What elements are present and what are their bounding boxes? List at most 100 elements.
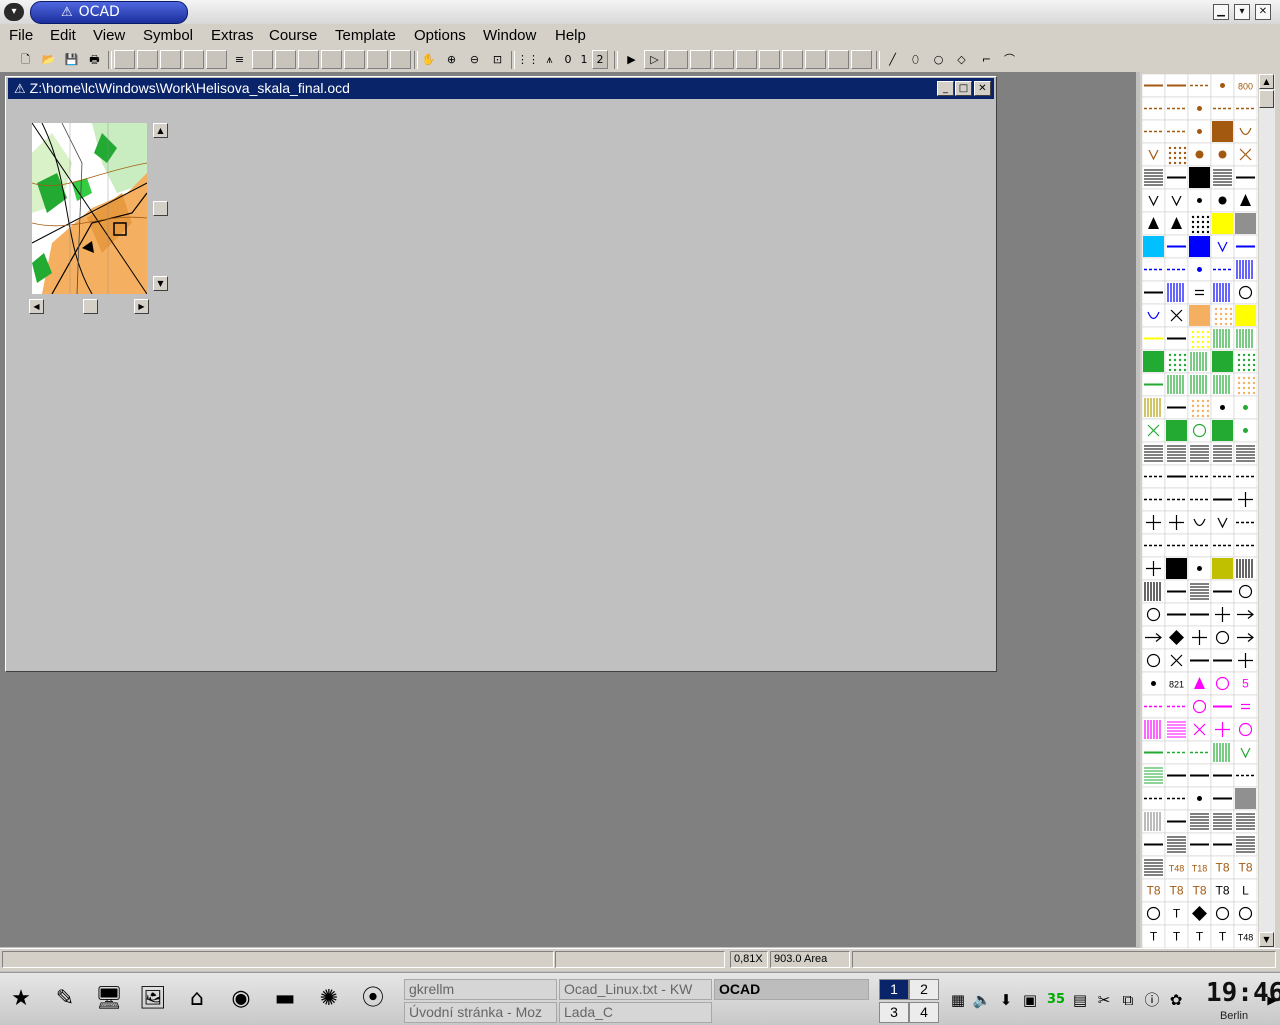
symbol-cell[interactable] xyxy=(1142,556,1166,581)
symbol-cell[interactable] xyxy=(1210,234,1235,259)
taskbar-task-gkrellm[interactable]: gkrellm xyxy=(404,979,557,1000)
symbol-cell[interactable] xyxy=(1187,188,1212,213)
symbol-cell[interactable] xyxy=(1164,487,1189,512)
symbol-cell[interactable] xyxy=(1210,510,1235,535)
symbol-cell[interactable] xyxy=(1164,556,1189,581)
toolbar-button-blank[interactable] xyxy=(206,50,227,69)
symbol-cell[interactable] xyxy=(1233,694,1258,719)
symbol-cell[interactable]: T8 xyxy=(1210,855,1235,880)
symbol-cell[interactable] xyxy=(1187,763,1212,788)
zoom-in-icon[interactable]: ⊕ xyxy=(441,50,462,69)
symbol-cell[interactable] xyxy=(1233,556,1258,581)
symbol-cell[interactable] xyxy=(1164,280,1189,305)
symbol-cell[interactable] xyxy=(1210,487,1235,512)
symbol-cell[interactable] xyxy=(1164,142,1189,167)
symbol-cell[interactable] xyxy=(1210,441,1235,466)
symbol-cell[interactable] xyxy=(1233,418,1258,443)
symbol-cell[interactable] xyxy=(1187,579,1212,604)
symbol-cell[interactable] xyxy=(1142,257,1166,282)
symbol-cell[interactable] xyxy=(1142,717,1166,742)
volume-icon[interactable]: 🔈 xyxy=(972,990,992,1010)
image-viewer-icon[interactable]: 🖼 xyxy=(136,982,170,1016)
toolbar-button-blank[interactable] xyxy=(298,50,319,69)
symbol-cell[interactable] xyxy=(1187,142,1212,167)
symbol-cell[interactable] xyxy=(1142,602,1166,627)
doc-minimize-button[interactable]: _ xyxy=(937,81,954,96)
network-status-icon[interactable]: ⧉ xyxy=(1118,990,1138,1010)
symbol-cell[interactable] xyxy=(1187,464,1212,489)
symbol-cell[interactable] xyxy=(1233,441,1258,466)
symbol-cell[interactable]: T xyxy=(1187,924,1212,948)
symbol-cell[interactable] xyxy=(1164,809,1189,834)
download-icon[interactable]: ⬇ xyxy=(996,990,1016,1010)
symbol-cell[interactable] xyxy=(1164,441,1189,466)
toolbar-button-blank[interactable] xyxy=(759,50,780,69)
close-button[interactable]: ✕ xyxy=(1255,4,1271,20)
symbol-cell[interactable] xyxy=(1233,119,1258,144)
zoom-level-2[interactable]: 2 xyxy=(592,50,608,69)
symbol-cell[interactable] xyxy=(1187,832,1212,857)
terminal-icon[interactable]: ▬ xyxy=(268,982,302,1016)
symbol-cell[interactable]: T8 xyxy=(1233,855,1258,880)
save-icon[interactable]: 💾 xyxy=(61,50,82,69)
open-folder-icon[interactable]: 📂 xyxy=(38,50,59,69)
symbol-cell[interactable]: T18 xyxy=(1187,855,1212,880)
symbol-cell[interactable] xyxy=(1210,602,1235,627)
symbol-cell[interactable] xyxy=(1142,809,1166,834)
symbol-cell[interactable] xyxy=(1210,763,1235,788)
symbol-cell[interactable]: T xyxy=(1210,924,1235,948)
symbol-cell[interactable] xyxy=(1210,579,1235,604)
gps-icon[interactable]: ⩚ xyxy=(539,50,560,69)
symbol-cell[interactable] xyxy=(1187,96,1212,121)
symbol-cell[interactable] xyxy=(1164,234,1189,259)
network-icon[interactable]: ◉ xyxy=(224,982,258,1016)
symbol-cell[interactable] xyxy=(1187,280,1212,305)
symbol-cell[interactable] xyxy=(1142,280,1166,305)
symbol-cell[interactable] xyxy=(1210,671,1235,696)
symbol-cell[interactable] xyxy=(1210,625,1235,650)
rectangle-icon[interactable]: ◇ xyxy=(951,50,972,69)
toolbar-button-blank[interactable] xyxy=(183,50,204,69)
scroll-up-arrow-icon[interactable]: ▲ xyxy=(1259,74,1274,89)
symbol-cell[interactable] xyxy=(1233,625,1258,650)
symbol-cell[interactable] xyxy=(1164,533,1189,558)
symbol-cell[interactable] xyxy=(1210,809,1235,834)
symbol-cell[interactable] xyxy=(1210,832,1235,857)
symbol-cell[interactable] xyxy=(1187,349,1212,374)
symbol-cell[interactable] xyxy=(1187,303,1212,328)
my-computer-icon[interactable]: 🖥 xyxy=(92,982,126,1016)
symbol-cell[interactable] xyxy=(1142,832,1166,857)
symbol-cell[interactable]: T48 xyxy=(1164,855,1189,880)
symbol-cell[interactable] xyxy=(1210,142,1235,167)
symbol-cell[interactable] xyxy=(1233,326,1258,351)
symbol-cell[interactable] xyxy=(1164,717,1189,742)
symbol-cell[interactable] xyxy=(1233,579,1258,604)
home-icon[interactable]: ⌂ xyxy=(180,982,214,1016)
menu-edit[interactable]: Edit xyxy=(50,27,76,44)
kwrite-icon[interactable]: ✎ xyxy=(48,982,82,1016)
menu-extras[interactable]: Extras xyxy=(211,27,254,44)
taskbar-task-kwrite[interactable]: Ocad_Linux.txt - KW xyxy=(559,979,712,1000)
symbol-cell[interactable] xyxy=(1233,142,1258,167)
toolbar-button-blank[interactable] xyxy=(690,50,711,69)
symbol-grid[interactable]: 800 821 5 T48 T18 T8 T8 T8 T8 T8 T8 L T T T T T T48 xyxy=(1142,74,1258,948)
symbol-cell[interactable] xyxy=(1164,211,1189,236)
symbol-cell[interactable] xyxy=(1233,832,1258,857)
symbol-cell[interactable] xyxy=(1210,648,1235,673)
symbol-cell[interactable] xyxy=(1233,648,1258,673)
symbol-cell[interactable]: T8 xyxy=(1142,878,1166,903)
symbol-cell[interactable] xyxy=(1233,487,1258,512)
symbol-cell[interactable] xyxy=(1142,671,1166,696)
symbol-cell[interactable] xyxy=(1142,165,1166,190)
symbol-cell[interactable] xyxy=(1233,165,1258,190)
symbol-scrollbar[interactable]: ▲ ▼ xyxy=(1259,74,1275,948)
symbol-cell[interactable]: 5 xyxy=(1233,671,1258,696)
toolbar-button-blank[interactable] xyxy=(367,50,388,69)
symbol-cell[interactable] xyxy=(1210,96,1235,121)
symbol-cell[interactable] xyxy=(1142,694,1166,719)
symbol-cell[interactable] xyxy=(1233,602,1258,627)
symbol-cell[interactable] xyxy=(1142,579,1166,604)
symbol-cell[interactable] xyxy=(1164,372,1189,397)
tools-tray-icon[interactable]: ✂ xyxy=(1094,990,1114,1010)
symbol-cell[interactable] xyxy=(1187,326,1212,351)
